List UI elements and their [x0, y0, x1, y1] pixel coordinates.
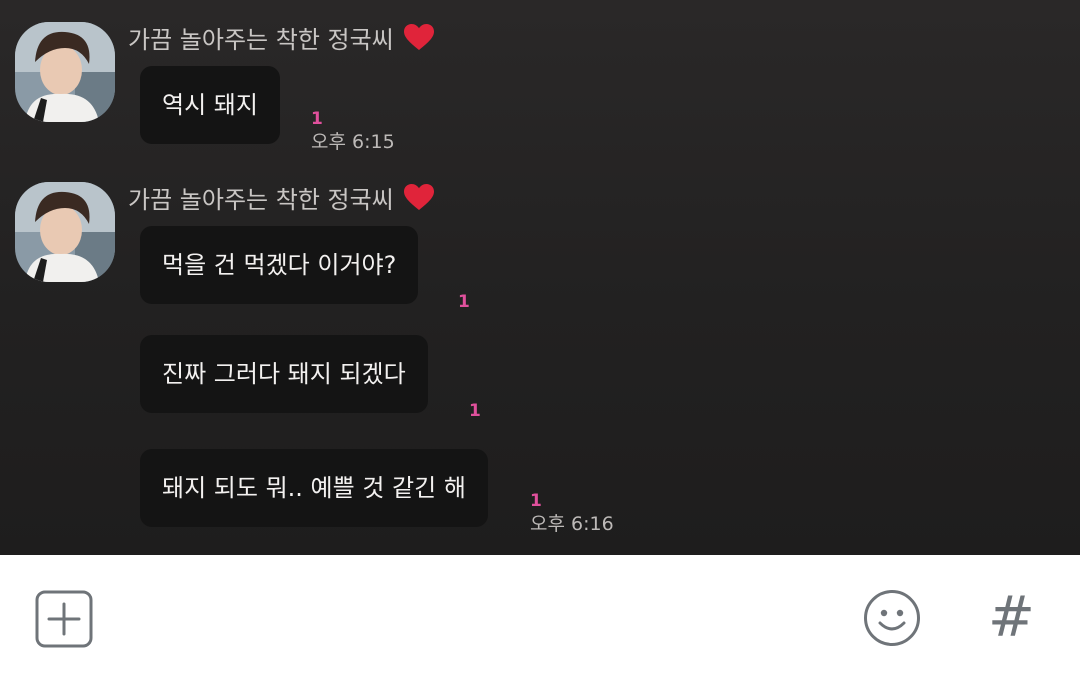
- message-time: 오후 6:16: [530, 513, 614, 535]
- unread-count: 1: [530, 491, 542, 511]
- unread-count: 1: [469, 401, 481, 421]
- message-time: 오후 6:15: [311, 131, 395, 153]
- hash-button[interactable]: #: [988, 588, 1035, 648]
- message-bubble[interactable]: 역시 돼지: [140, 66, 280, 144]
- input-bar: #: [0, 555, 1080, 680]
- chat-area[interactable]: 가끔 놀아주는 착한 정국씨 역시 돼지 1 오후 6:15 가끔 놀아주는 착…: [0, 0, 1080, 555]
- message-bubble[interactable]: 돼지 되도 뭐.. 예쁠 것 같긴 해: [140, 449, 488, 527]
- sender-name-text: 가끔 놀아주는 착한 정국씨: [128, 26, 394, 54]
- message-text: 진짜 그러다 돼지 되겠다: [162, 360, 406, 388]
- message-bubble[interactable]: 먹을 건 먹겠다 이거야?: [140, 226, 419, 304]
- plus-box-icon[interactable]: [35, 590, 93, 648]
- smiley-icon[interactable]: [863, 589, 921, 647]
- message-text: 먹을 건 먹겠다 이거야?: [162, 251, 397, 279]
- message-text: 돼지 되도 뭐.. 예쁠 것 같긴 해: [162, 474, 466, 502]
- heart-icon: [403, 24, 434, 58]
- sender-avatar[interactable]: [15, 22, 115, 122]
- sender-name: 가끔 놀아주는 착한 정국씨: [128, 24, 434, 58]
- unread-count: 1: [311, 109, 323, 129]
- sender-name-text: 가끔 놀아주는 착한 정국씨: [128, 186, 394, 214]
- heart-icon: [403, 184, 434, 218]
- sender-name: 가끔 놀아주는 착한 정국씨: [128, 184, 434, 218]
- message-bubble[interactable]: 진짜 그러다 돼지 되겠다: [140, 335, 428, 413]
- sender-avatar[interactable]: [15, 182, 115, 282]
- unread-count: 1: [458, 292, 470, 312]
- message-text: 역시 돼지: [162, 91, 258, 119]
